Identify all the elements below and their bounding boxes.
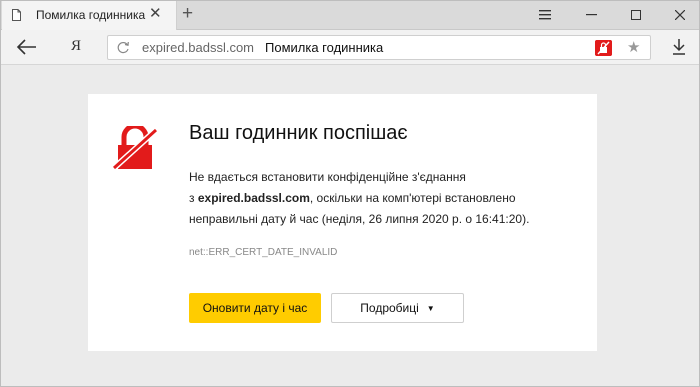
details-button[interactable]: Подробиці ▼ <box>331 293 464 323</box>
error-heading: Ваш годинник поспішає <box>189 122 408 144</box>
tab-title: Помилка годинника <box>36 8 146 22</box>
back-arrow-icon[interactable] <box>16 37 38 57</box>
minimize-icon <box>585 14 597 16</box>
description-line-3: неправильні дату й час (неділя, 26 липня… <box>189 212 530 226</box>
description-prefix: з <box>189 191 198 205</box>
menu-button[interactable] <box>525 0 565 30</box>
address-page-title: Помилка годинника <box>265 40 384 55</box>
new-tab-button[interactable]: + <box>182 4 193 24</box>
hamburger-icon <box>539 10 551 20</box>
update-date-time-button[interactable]: Оновити дату і час <box>189 293 321 323</box>
tab-close-icon[interactable]: ✕ <box>149 6 162 22</box>
bookmark-star-icon[interactable]: ★ <box>627 38 640 56</box>
maximize-button[interactable] <box>616 0 656 30</box>
close-icon <box>675 10 685 20</box>
address-bar[interactable]: expired.badssl.com Помилка годинника ★ <box>107 35 651 60</box>
close-window-button[interactable] <box>660 0 700 30</box>
description-line-1: Не вдається встановити конфіденційне з'є… <box>189 170 466 184</box>
error-card: Ваш годинник поспішає Не вдається встано… <box>88 94 597 351</box>
tab-bar: Помилка годинника ✕ + <box>0 0 700 30</box>
download-icon[interactable] <box>671 38 687 56</box>
reload-icon[interactable] <box>117 41 130 54</box>
error-description: Не вдається встановити конфіденційне з'є… <box>189 167 579 230</box>
tab-active[interactable]: Помилка годинника ✕ <box>2 0 177 30</box>
error-domain: expired.badssl.com <box>197 191 310 205</box>
url-text[interactable]: expired.badssl.com <box>142 40 254 55</box>
yandex-logo[interactable]: Я <box>71 38 81 55</box>
insecure-lock-icon[interactable] <box>595 40 612 56</box>
error-code[interactable]: net::ERR_CERT_DATE_INVALID <box>189 247 337 258</box>
minimize-button[interactable] <box>571 0 611 30</box>
navigation-bar: Я expired.badssl.com Помилка годинника ★ <box>0 30 700 65</box>
details-label: Подробиці <box>360 301 419 315</box>
description-suffix: , оскільки на комп'ютері встановлено <box>309 191 516 205</box>
page-icon <box>12 9 21 21</box>
dropdown-caret-icon: ▼ <box>426 303 435 313</box>
maximize-icon <box>631 10 641 20</box>
broken-lock-icon <box>112 126 159 170</box>
